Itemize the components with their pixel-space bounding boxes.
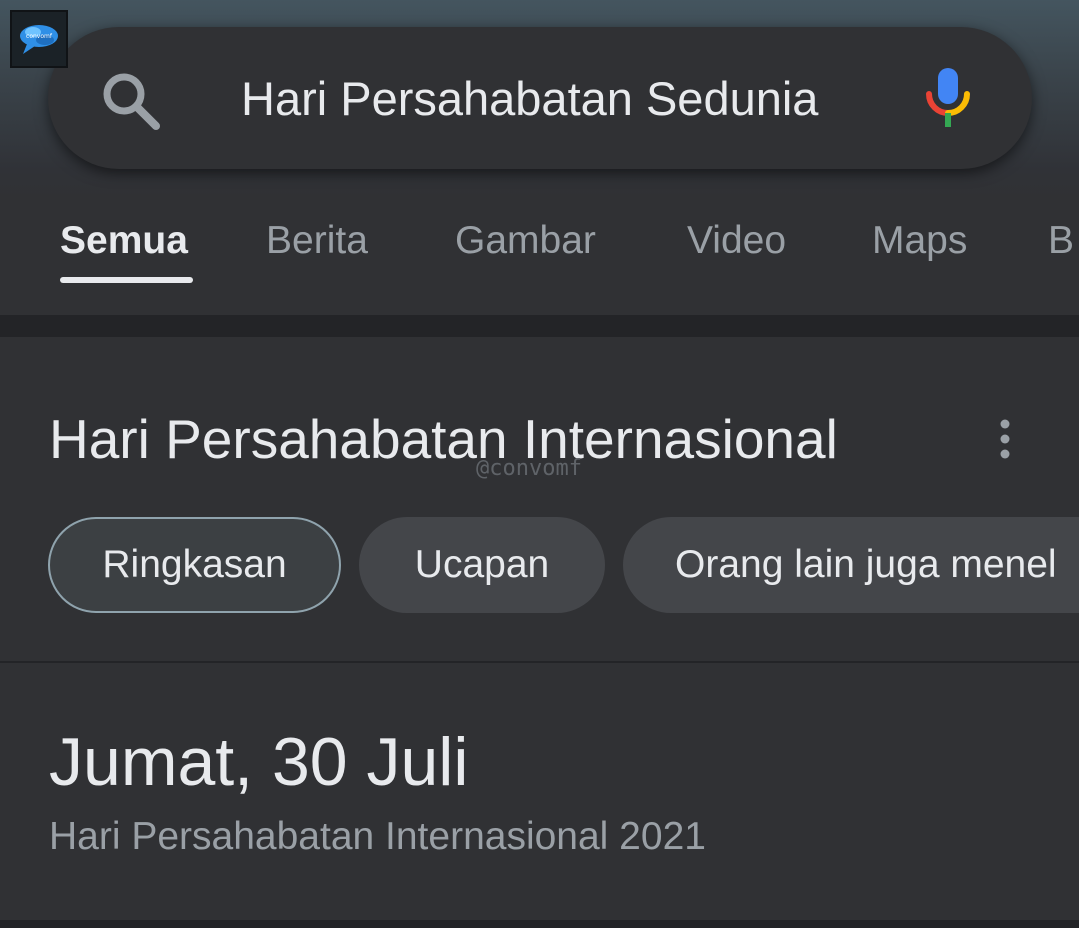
chip-ucapan[interactable]: Ucapan bbox=[359, 517, 605, 613]
search-input[interactable]: Hari Persahabatan Sedunia bbox=[241, 70, 818, 128]
chip-label: Orang lain juga menel bbox=[675, 543, 1057, 586]
search-icon[interactable] bbox=[100, 70, 162, 130]
section-divider-bottom bbox=[0, 920, 1079, 928]
mic-icon[interactable] bbox=[924, 66, 972, 130]
tab-video[interactable]: Video bbox=[687, 210, 786, 272]
search-tabs: Semua Berita Gambar Video Maps B bbox=[0, 210, 1079, 280]
card-divider bbox=[0, 661, 1079, 663]
card-title: Hari Persahabatan Internasional bbox=[49, 408, 838, 470]
active-tab-indicator bbox=[60, 277, 193, 283]
more-vert-icon[interactable] bbox=[990, 418, 1020, 462]
tab-berita[interactable]: Berita bbox=[266, 210, 368, 272]
chip-orang-lain-juga-menelusuri[interactable]: Orang lain juga menel bbox=[623, 517, 1079, 613]
search-results-page: convomf Hari Persahabatan Sedunia Semua … bbox=[0, 0, 1079, 928]
watermark: @convomf bbox=[476, 456, 582, 481]
tab-maps[interactable]: Maps bbox=[872, 210, 967, 272]
answer-date: Jumat, 30 Juli bbox=[49, 724, 469, 800]
convomf-logo-icon: convomf bbox=[10, 10, 68, 68]
tab-books[interactable]: B bbox=[1048, 210, 1074, 272]
chip-ringkasan[interactable]: Ringkasan bbox=[48, 517, 341, 613]
section-divider bbox=[0, 315, 1079, 337]
tab-gambar[interactable]: Gambar bbox=[455, 210, 596, 272]
answer-subtitle: Hari Persahabatan Internasional 2021 bbox=[49, 815, 706, 858]
tab-semua[interactable]: Semua bbox=[60, 210, 188, 272]
svg-text:convomf: convomf bbox=[26, 33, 53, 40]
chip-label: Ucapan bbox=[414, 543, 550, 586]
chip-label: Ringkasan bbox=[102, 543, 287, 586]
